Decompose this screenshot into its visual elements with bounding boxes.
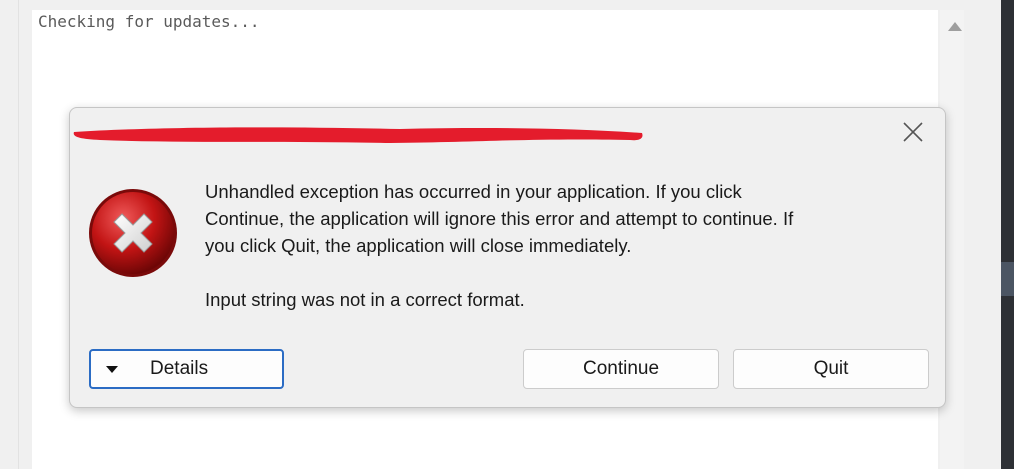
error-icon [89, 189, 177, 277]
title-redaction [73, 127, 643, 143]
details-label: Details [150, 358, 209, 379]
adjacent-window-edge [1001, 0, 1014, 469]
message-line-2: Continue, the application will ignore th… [205, 208, 794, 229]
close-icon [903, 122, 923, 142]
scroll-up-arrow-icon[interactable] [948, 22, 962, 31]
continue-button[interactable]: Continue [523, 349, 719, 389]
caret-down-icon [106, 365, 118, 373]
close-button[interactable] [901, 120, 925, 144]
details-button[interactable]: Details [89, 349, 284, 389]
continue-label: Continue [582, 358, 660, 379]
quit-button[interactable]: Quit [733, 349, 929, 389]
message-line-1: Unhandled exception has occurred in your… [205, 181, 742, 202]
quit-label: Quit [813, 358, 849, 379]
exception-detail: Input string was not in a correct format… [205, 289, 525, 310]
adjacent-window-mark [1001, 262, 1014, 296]
message-line-3: you click Quit, the application will clo… [205, 235, 632, 256]
error-message: Unhandled exception has occurred in your… [205, 178, 905, 313]
log-text: Checking for updates... [38, 12, 260, 31]
exception-dialog: Unhandled exception has occurred in your… [69, 107, 946, 408]
